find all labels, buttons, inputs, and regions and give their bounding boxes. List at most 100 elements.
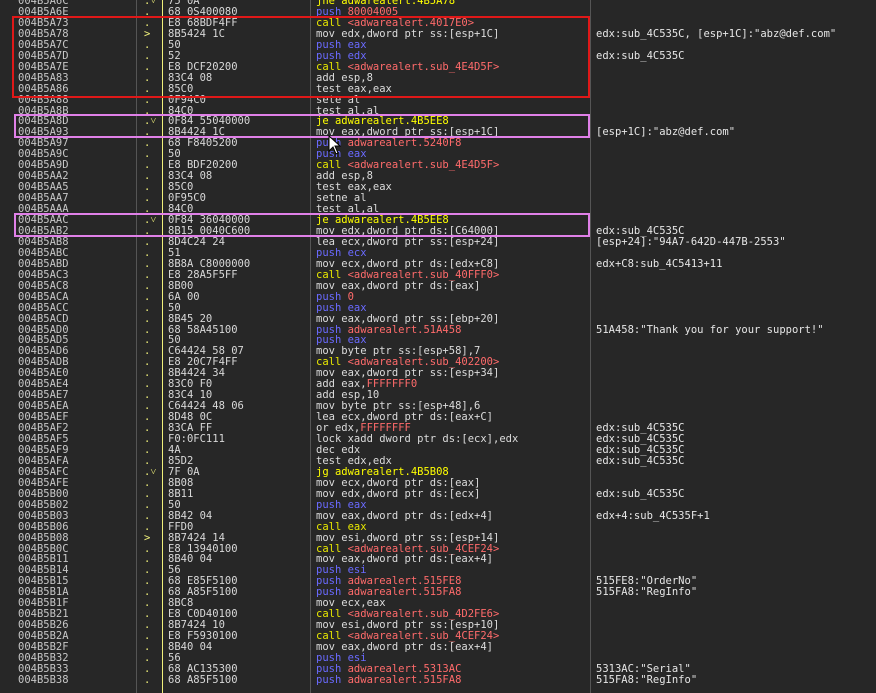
- address-cell: 004B5AE4: [18, 379, 69, 391]
- disasm-row[interactable]: 004B5A97. 68 F8405200 push adwarealert.524…: [0, 138, 876, 149]
- disasm-row[interactable]: 004B5AA2. 83C4 08 add esp,8: [0, 171, 876, 182]
- disasm-row[interactable]: 004B5A93. 8B4424 1C mov eax,dword ptr ss:[…: [0, 127, 876, 138]
- bytes-cell: 8B4424 34: [168, 368, 225, 380]
- disasm-row[interactable]: 004B5AC8. 8B00 mov eax,dword ptr ds:[eax]: [0, 281, 876, 292]
- disasm-row[interactable]: 004B5B0C. E8 13940100 call <adwarealert.su…: [0, 544, 876, 555]
- jump-marker: .: [144, 182, 151, 194]
- disasm-row[interactable]: 004B5B08 >8B7424 14 mov esi,dword ptr ss:[…: [0, 533, 876, 544]
- comment-cell: edx+C8:sub_4C5413+11: [596, 258, 723, 270]
- disasm-row[interactable]: 004B5AF2. 83CA FF or edx,FFFFFFFF edx:sub_4…: [0, 423, 876, 434]
- disasm-row[interactable]: 004B5A9D. E8 BDF20200 call <adwarealert.su…: [0, 160, 876, 171]
- disasm-row[interactable]: 004B5ADB. E8 20C7F4FF call <adwarealert.su…: [0, 357, 876, 368]
- disasm-row[interactable]: 004B5AB2. 8B15 0040C600 mov edx,dword ptr …: [0, 226, 876, 237]
- disasm-row[interactable]: 004B5ABD. 8B8A C8000000 mov ecx,dword ptr …: [0, 259, 876, 270]
- jump-marker: .: [144, 269, 151, 281]
- disasm-row[interactable]: 004B5ACD. 8B45 20 mov eax,dword ptr ss:[eb…: [0, 314, 876, 325]
- comment-cell: [esp+1C]:"abz@def.com": [596, 127, 736, 139]
- disasm-row[interactable]: 004B5B11. 8B40 04 mov eax,dword ptr ds:[ea…: [0, 554, 876, 565]
- disasm-row[interactable]: 004B5A7C. 50 push eax: [0, 40, 876, 51]
- address-cell: 004B5ABD: [18, 258, 69, 270]
- bytes-cell: 68 58A45100: [168, 324, 238, 336]
- bytes-cell: 8B42 04: [168, 510, 213, 522]
- disasm-row[interactable]: 004B5B33. 68 AC135300 push adwarealert.531…: [0, 664, 876, 675]
- disasm-row[interactable]: 004B5A8D .˅ 0F84 55040000 je adwarealert.4B…: [0, 116, 876, 127]
- jump-marker: .: [144, 565, 151, 577]
- jump-marker: .: [144, 94, 151, 106]
- disasm-row[interactable]: 004B5B02. 50 push eax: [0, 500, 876, 511]
- disasm-row[interactable]: 004B5AF9. 4A dec edx edx:sub_4C535C: [0, 445, 876, 456]
- disasm-row[interactable]: 004B5B2F. 8B40 04 mov eax,dword ptr ds:[ea…: [0, 642, 876, 653]
- instruction-part: mov eax,dword ptr ss:[esp+34]: [316, 368, 500, 380]
- disasm-row[interactable]: 004B5AAC .˅ 0F84 36040000 je adwarealert.4B…: [0, 215, 876, 226]
- disasm-row[interactable]: 004B5A7E. E8 DCF20200 call <adwarealert.su…: [0, 62, 876, 73]
- disasm-row[interactable]: 004B5B15. 68 E85F5100 push adwarealert.515…: [0, 576, 876, 587]
- disasm-row[interactable]: 004B5AE0. 8B4424 34 mov eax,dword ptr ss:[…: [0, 368, 876, 379]
- disasm-row[interactable]: 004B5AFC .˅ 7F 0A jg adwarealert.4B5B08: [0, 467, 876, 478]
- disasm-row[interactable]: 004B5B14. 56 push esi: [0, 565, 876, 576]
- bytes-cell: 8B11: [168, 488, 194, 500]
- instruction-cell: push 0: [316, 292, 586, 303]
- disasm-row[interactable]: 004B5A88. 0F94C0 sete al: [0, 95, 876, 106]
- jump-marker: .: [144, 357, 151, 369]
- disasm-row[interactable]: 004B5A73. E8 68BDF4FF call <adwarealert.40…: [0, 18, 876, 29]
- disasm-row[interactable]: 004B5AEA. C64424 48 06 mov byte ptr ss:[es…: [0, 401, 876, 412]
- disasm-row[interactable]: 004B5AD6. C64424 58 07 mov byte ptr ss:[es…: [0, 346, 876, 357]
- instruction-part: je: [316, 116, 335, 128]
- address-cell: 004B5AA5: [18, 182, 69, 194]
- disasm-row[interactable]: 004B5A83. 83C4 08 add esp,8: [0, 73, 876, 84]
- disasm-row[interactable]: 004B5B21. E8 C0D40100 call <adwarealert.su…: [0, 609, 876, 620]
- disasm-row[interactable]: 004B5AD5. 50 push eax: [0, 335, 876, 346]
- disasm-row[interactable]: 004B5B32. 56 push esi: [0, 653, 876, 664]
- disasm-row[interactable]: 004B5ACA. 6A 00 push 0: [0, 292, 876, 303]
- disasm-row[interactable]: 004B5A6E. 68 0S400080 push 80004005: [0, 7, 876, 18]
- jump-marker: >: [144, 28, 151, 40]
- bytes-cell: 50: [168, 499, 181, 511]
- disasm-row[interactable]: 004B5AEF. 8D48 0C lea ecx,dword ptr ds:[ea…: [0, 412, 876, 423]
- disasm-row[interactable]: 004B5B38. 68 A85F5100 push adwarealert.515…: [0, 675, 876, 686]
- jump-marker: .: [144, 510, 151, 522]
- bytes-cell: 8B5424 1C: [168, 28, 225, 40]
- disasm-row[interactable]: 004B5AE7. 83C4 10 add esp,10: [0, 390, 876, 401]
- disasm-row[interactable]: 004B5AE4. 83C0 F0 add eax,FFFFFFF0: [0, 379, 876, 390]
- disasm-row[interactable]: 004B5B1A. 68 A85F5100 push adwarealert.515…: [0, 587, 876, 598]
- disasm-row[interactable]: 004B5AC3. E8 28A5F5FF call <adwarealert.su…: [0, 270, 876, 281]
- address-cell: 004B5B2A: [18, 631, 69, 643]
- disasm-row[interactable]: 004B5ABC. 51 push ecx: [0, 248, 876, 259]
- disasm-row[interactable]: 004B5B26. 8B7424 10 mov esi,dword ptr ss:[…: [0, 620, 876, 631]
- column-separator: [136, 0, 137, 693]
- instruction-cell: mov eax,dword ptr ss:[esp+1C]: [316, 127, 586, 138]
- disasm-row[interactable]: 004B5AF5. F0:0FC111 lock xadd dword ptr ds…: [0, 434, 876, 445]
- disasm-row[interactable]: 004B5B00. 8B11 mov edx,dword ptr ds:[ecx] e…: [0, 489, 876, 500]
- disasm-row[interactable]: 004B5A6C .˅ 75 0A jne adwarealert.4B5A78: [0, 0, 876, 7]
- disasm-row[interactable]: 004B5A8B. 84C0 test al,al: [0, 106, 876, 117]
- disasm-row[interactable]: 004B5B1F. 8BC8 mov ecx,eax: [0, 598, 876, 609]
- instruction-part: mov eax,dword ptr ds:[eax+4]: [316, 642, 494, 654]
- jump-marker: .: [144, 412, 151, 424]
- address-cell: 004B5AE0: [18, 368, 69, 380]
- disasm-row[interactable]: 004B5B03. 8B42 04 mov eax,dword ptr ds:[ed…: [0, 511, 876, 522]
- disasm-row[interactable]: 004B5A9C. 50 push eax: [0, 149, 876, 160]
- instruction-part: sete al: [316, 94, 361, 106]
- disasm-row[interactable]: 004B5AA7. 0F95C0 setne al: [0, 193, 876, 204]
- instruction-part: call eax: [316, 521, 367, 533]
- jump-marker: .: [144, 631, 151, 643]
- address-cell: 004B5AFC: [18, 466, 69, 478]
- bytes-cell: 8B4424 1C: [168, 127, 225, 139]
- disasm-row[interactable]: 004B5AFA. 85D2 test edx,edx edx:sub_4C535C: [0, 456, 876, 467]
- disasm-row[interactable]: 004B5AB8. 8D4C24 24 lea ecx,dword ptr ss:[…: [0, 237, 876, 248]
- disasm-row[interactable]: 004B5A7D. 52 push edx edx:sub_4C535C: [0, 51, 876, 62]
- disasm-row[interactable]: 004B5AD0. 68 58A45100 push adwarealert.51A…: [0, 325, 876, 336]
- instruction-part: <adwarealert.sub_40FFF0>: [347, 269, 500, 281]
- instruction-part: mov edx,dword ptr ss:[esp+1C]: [316, 28, 500, 40]
- jump-marker: .: [144, 302, 151, 314]
- jump-marker: .: [144, 379, 151, 391]
- disasm-row[interactable]: 004B5AFE. 8B08 mov ecx,dword ptr ds:[eax]: [0, 478, 876, 489]
- disasm-row[interactable]: 004B5ACC. 50 push eax: [0, 303, 876, 314]
- disasm-row[interactable]: 004B5B2A. E8 F5930100 call <adwarealert.su…: [0, 631, 876, 642]
- disasm-row[interactable]: 004B5AAA. 84C0 test al,al: [0, 204, 876, 215]
- disasm-row[interactable]: 004B5AA5. 85C0 test eax,eax: [0, 182, 876, 193]
- disasm-row[interactable]: 004B5A86. 85C0 test eax,eax: [0, 84, 876, 95]
- disassembly-view[interactable]: 004B5A6C .˅ 75 0A jne adwarealert.4B5A78 004…: [0, 0, 876, 693]
- disasm-row[interactable]: 004B5A78 >8B5424 1C mov edx,dword ptr ss:[…: [0, 29, 876, 40]
- disasm-row[interactable]: 004B5B06. FFD0 call eax: [0, 522, 876, 533]
